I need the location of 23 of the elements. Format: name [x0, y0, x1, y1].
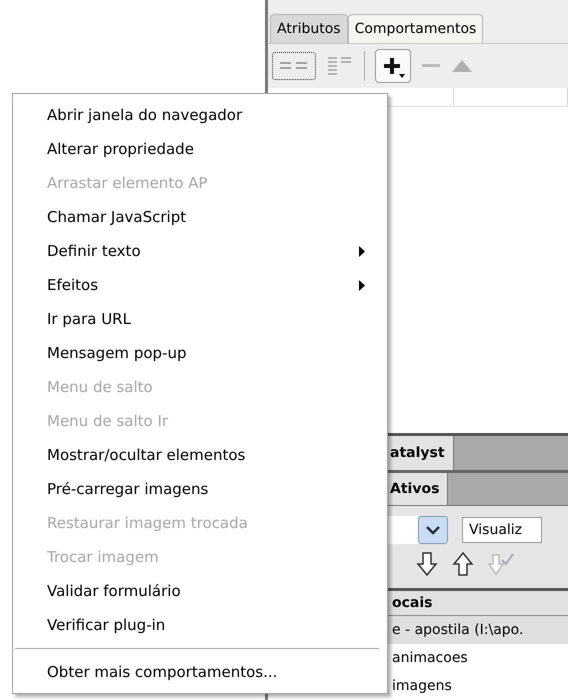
add-icon[interactable] — [375, 49, 411, 83]
menu-item[interactable]: Pré-carregar imagens — [13, 472, 387, 506]
menu-item[interactable]: Efeitos — [13, 268, 387, 302]
menu-item[interactable]: Definir texto — [13, 234, 387, 268]
menu-item[interactable]: Ir para URL — [13, 302, 387, 336]
site-dropdown[interactable] — [388, 516, 448, 544]
menu-item[interactable]: Verificar plug-in — [13, 608, 387, 642]
menu-item[interactable]: Obter mais comportamentos... — [13, 655, 387, 689]
menu-item[interactable]: Chamar JavaScript — [13, 200, 387, 234]
menu-item[interactable]: Mostrar/ocultar elementos — [13, 438, 387, 472]
file-row[interactable]: e - apostila (I:\apo. — [388, 616, 568, 644]
panel-tab[interactable]: Comportamentos — [348, 14, 484, 43]
menu-item[interactable]: Alterar propriedade — [13, 132, 387, 166]
panel-tab[interactable]: atalyst — [388, 436, 454, 470]
menu-item[interactable]: Validar formulário — [13, 574, 387, 608]
grid-view-icon[interactable] — [272, 52, 316, 80]
menu-item[interactable]: Abrir janela do navegador — [13, 98, 387, 132]
view-field[interactable]: Visualiz — [462, 517, 542, 543]
panel-tab[interactable]: Ativos — [388, 473, 448, 505]
panel-tab[interactable]: Atributos — [270, 14, 348, 43]
chevron-down-icon[interactable] — [418, 516, 448, 544]
menu-item[interactable]: Mensagem pop-up — [13, 336, 387, 370]
column-header: ocais — [388, 591, 568, 616]
